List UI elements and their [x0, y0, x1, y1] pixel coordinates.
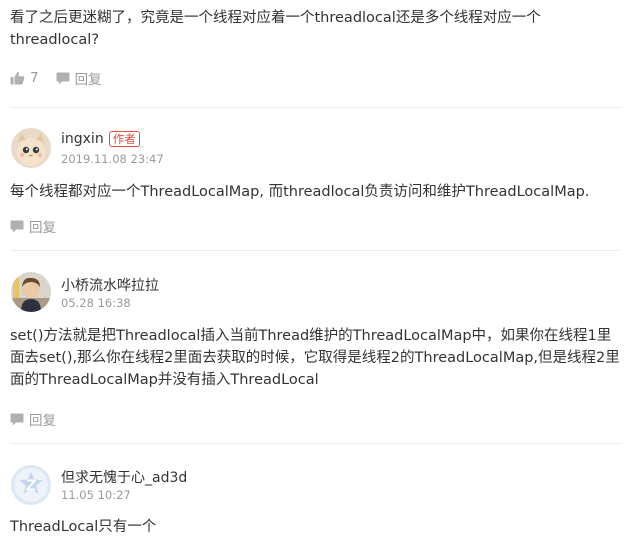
reply-button[interactable]: 回复: [10, 409, 56, 429]
username[interactable]: ingxin: [61, 131, 104, 147]
comment-bubble-icon: [10, 413, 24, 425]
avatar[interactable]: [11, 465, 51, 505]
comment-actions: 7 回复: [10, 68, 102, 88]
thumbs-up-icon: [10, 71, 25, 85]
avatar[interactable]: [11, 272, 51, 312]
comment-text: 看了之后更迷糊了，究竟是一个线程对应着一个threadlocal还是多个线程对应…: [10, 10, 541, 48]
reply-button[interactable]: 回复: [56, 68, 102, 88]
avatar-image: [11, 272, 51, 312]
comment-thread: 看了之后更迷糊了，究竟是一个线程对应着一个threadlocal还是多个线程对应…: [0, 0, 629, 540]
author-badge: 作者: [108, 131, 140, 147]
comment-date: 2019.11.08 23:47: [61, 152, 164, 166]
comment-date: 11.05 10:27: [61, 488, 131, 502]
comment-actions: 回复: [10, 216, 56, 236]
reply-label: 回复: [74, 72, 102, 88]
reply-label: 回复: [29, 413, 56, 429]
divider: [10, 107, 620, 108]
like-button[interactable]: 7: [10, 70, 39, 86]
comment-actions: 回复: [10, 409, 56, 429]
reply-button[interactable]: 回复: [10, 216, 56, 236]
divider: [10, 250, 620, 251]
comment-text: 每个线程都对应一个ThreadLocalMap, 而threadlocal负责访…: [10, 184, 590, 200]
comment-bubble-icon: [56, 72, 70, 84]
username[interactable]: 但求无愧于心_ad3d: [61, 467, 187, 487]
divider: [10, 443, 620, 444]
comment-date: 05.28 16:38: [61, 296, 131, 310]
reply-label: 回复: [29, 220, 56, 236]
avatar[interactable]: [11, 128, 51, 168]
like-count: 7: [30, 70, 39, 86]
username[interactable]: 小桥流水哗拉拉: [61, 275, 159, 295]
comment-bubble-icon: [10, 220, 24, 232]
comment-text: ThreadLocal只有一个: [10, 519, 157, 535]
avatar-image: [11, 128, 51, 168]
comment-text: set()方法就是把Threadlocal插入当前Thread维护的Thread…: [10, 328, 620, 388]
default-avatar-icon: [11, 465, 51, 505]
